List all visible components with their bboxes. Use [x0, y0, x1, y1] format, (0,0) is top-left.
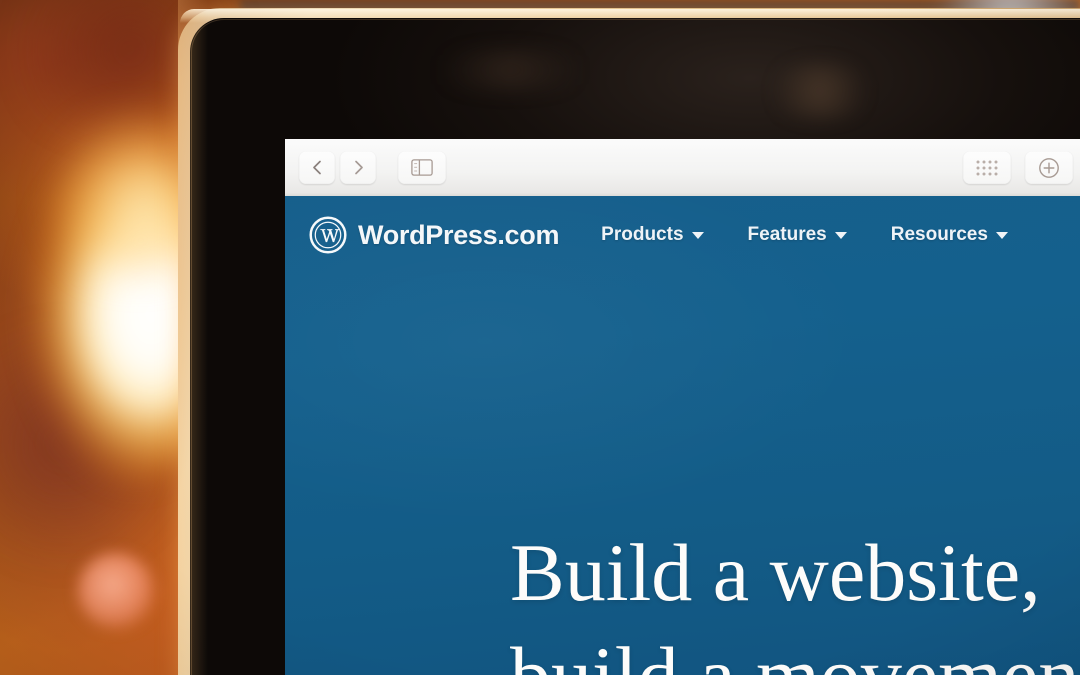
chevron-right-icon [351, 159, 366, 176]
tab-overview-grid-icon [975, 159, 999, 177]
wordpress-logo[interactable]: WordPress.com [309, 216, 559, 254]
nav-item-label: Products [601, 224, 684, 245]
nav-item-label: Resources [890, 224, 988, 245]
navigation-button-group [299, 151, 376, 184]
sidebar-toggle-icon [411, 159, 433, 176]
screenshot-stage: WordPress.com Products Features Resource… [0, 0, 1080, 675]
background-bokeh-circle [78, 553, 154, 629]
bezel-reflection-left [420, 50, 600, 90]
chevron-down-icon [691, 231, 704, 239]
nav-item-products[interactable]: Products [601, 224, 704, 246]
hero-headline-line-2: build a movement. [510, 624, 1080, 675]
brand-name: WordPress.com [358, 219, 560, 250]
forward-button[interactable] [340, 151, 376, 184]
nav-item-resources[interactable]: Resources [891, 224, 1008, 246]
chevron-down-icon [995, 231, 1008, 239]
nav-items: Products Features Resources [601, 224, 1008, 246]
chevron-down-icon [834, 231, 847, 239]
nav-item-features[interactable]: Features [748, 224, 847, 246]
hero-headline-line-1: Build a website, [510, 527, 1041, 618]
hero-headline: Build a website, build a movement. [510, 521, 1080, 675]
site-navigation-bar: WordPress.com Products Features Resource… [309, 216, 1080, 254]
wordpress-w-icon [309, 216, 347, 254]
wordpress-homepage: WordPress.com Products Features Resource… [285, 196, 1080, 675]
tab-overview-button[interactable] [963, 151, 1011, 184]
new-tab-button[interactable] [1025, 151, 1073, 184]
bezel-reflection-right [760, 62, 880, 120]
sidebar-toggle-button[interactable] [398, 151, 446, 184]
plus-icon [1038, 157, 1060, 179]
browser-toolbar [285, 139, 1080, 196]
chevron-left-icon [310, 159, 325, 176]
laptop-screen: WordPress.com Products Features Resource… [285, 139, 1080, 675]
nav-item-label: Features [747, 224, 827, 245]
back-button[interactable] [299, 151, 335, 184]
